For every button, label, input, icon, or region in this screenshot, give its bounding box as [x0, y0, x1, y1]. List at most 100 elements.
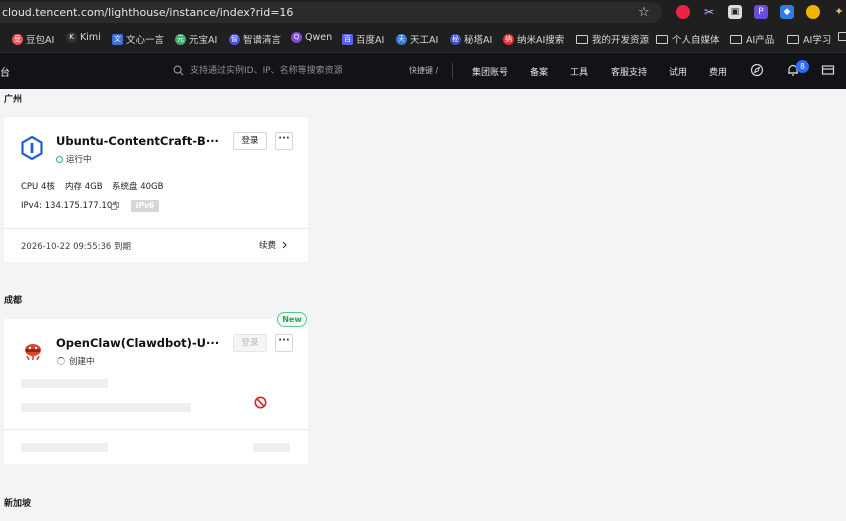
browser-toolbar: cloud.tencent.com/lighthouse/instance/in…	[0, 0, 846, 25]
ipv6-tag: IPv6	[131, 200, 159, 212]
shield-extension-icon[interactable]: ◆	[780, 5, 794, 19]
nav-filing[interactable]: 备案	[530, 65, 548, 78]
bookmark-item[interactable]: 百百度AI	[342, 32, 384, 46]
bookmark-folder[interactable]: AI学习	[787, 32, 831, 46]
doubao-icon: 豆	[12, 33, 23, 45]
bookmark-label: AI产品	[746, 35, 775, 46]
bookmark-item[interactable]: 豆豆包AI	[12, 32, 54, 46]
status-label: 创建中	[69, 357, 95, 367]
ipv4-address: IPv4: 134.175.177.104	[21, 201, 118, 211]
disk-spec: 系统盘 40GB	[112, 182, 164, 192]
skeleton-line	[21, 379, 108, 388]
search-input[interactable]	[190, 61, 400, 81]
lighthouse-logo-icon	[21, 136, 43, 160]
bookmark-label: Kimi	[80, 32, 101, 43]
console-brand[interactable]: 台	[0, 64, 10, 79]
bookmark-label: 豆包AI	[26, 35, 55, 46]
login-button[interactable]: 登录	[233, 334, 267, 352]
wenxin-icon: 文	[112, 33, 123, 45]
bookmark-folder[interactable]: AI产品	[730, 32, 774, 46]
nav-trial[interactable]: 试用	[669, 65, 687, 78]
bookmark-overflow[interactable]	[838, 32, 846, 41]
skeleton-line	[21, 403, 191, 412]
notification-badge: 8	[796, 60, 809, 73]
bookmark-item[interactable]: 纳纳米AI搜索	[503, 32, 564, 46]
p-extension-icon[interactable]: P	[754, 5, 768, 19]
bookmark-item[interactable]: Q Qwen	[291, 32, 332, 43]
expire-time: 2026-10-22 09:55:36 到期	[21, 242, 131, 252]
bookmark-item[interactable]: 天天工AI	[396, 32, 438, 46]
nami-icon: 纳	[503, 33, 514, 45]
renew-link[interactable]: 续费	[259, 239, 276, 251]
bookmark-label: 天工AI	[410, 35, 439, 46]
yuanbao-icon: 元	[175, 33, 186, 45]
folder-icon	[730, 34, 742, 44]
region-title: 新加坡	[4, 499, 32, 509]
instance-status: 创建中	[57, 355, 95, 367]
running-status-icon	[56, 155, 63, 163]
bookmark-label: AI学习	[803, 35, 832, 46]
region-title: 成都	[4, 296, 23, 306]
instance-title[interactable]: Ubuntu-ContentCraft-B···	[56, 134, 219, 148]
bookmark-folder[interactable]: 个人自媒体	[656, 32, 720, 46]
loading-spinner-icon	[57, 357, 65, 365]
qr-extension-icon[interactable]: ▣	[728, 5, 742, 19]
bookmark-item[interactable]: K Kimi	[66, 32, 101, 43]
nav-group-account[interactable]: 集团账号	[472, 65, 508, 78]
url-text: cloud.tencent.com/lighthouse/instance/in…	[2, 6, 294, 19]
instance-card: Ubuntu-ContentCraft-B··· 运行中 登录 ··· CPU …	[4, 117, 308, 262]
address-bar[interactable]: cloud.tencent.com/lighthouse/instance/in…	[0, 2, 662, 23]
chevron-right-icon	[282, 241, 287, 249]
card-divider	[4, 429, 308, 430]
copy-icon[interactable]	[111, 202, 119, 210]
puzzle-extension-icon[interactable]: ✦	[832, 5, 846, 19]
header-divider	[452, 63, 453, 79]
tiangong-icon: 天	[396, 33, 407, 45]
chrome-extension-icon[interactable]	[806, 5, 820, 19]
status-label: 运行中	[66, 155, 92, 165]
bookmark-label: 元宝AI	[189, 35, 218, 46]
instance-title[interactable]: OpenClaw(Clawdbot)-U···	[56, 336, 219, 350]
bookmark-label: 我的开发资源	[592, 35, 650, 46]
compass-icon[interactable]	[750, 63, 764, 77]
extension-icon[interactable]	[676, 5, 690, 19]
search-icon	[173, 65, 184, 76]
bookmark-label: 百度AI	[356, 35, 385, 46]
new-tag: New	[277, 312, 307, 327]
scissors-icon[interactable]: ✂	[702, 5, 716, 19]
bookmark-label: Qwen	[305, 32, 333, 43]
bookmark-item[interactable]: 秘秘塔AI	[450, 32, 492, 46]
not-allowed-icon	[254, 396, 267, 409]
skeleton-line	[253, 443, 290, 452]
bookmark-label: 纳米AI搜索	[517, 35, 565, 46]
bookmark-label: 文心一言	[126, 35, 165, 46]
instance-card: OpenClaw(Clawdbot)-U··· 创建中 登录 ···	[4, 319, 308, 464]
more-button[interactable]: ···	[275, 132, 293, 150]
bookmark-item[interactable]: 文文心一言	[112, 32, 164, 46]
zhipu-icon: 智	[229, 33, 240, 45]
bookmark-label: 智谱清言	[243, 35, 282, 46]
openclaw-logo-icon	[25, 344, 41, 361]
cpu-spec: CPU 4核	[21, 182, 55, 192]
kimi-icon: K	[66, 32, 77, 43]
bookmark-item[interactable]: 元元宝AI	[175, 32, 217, 46]
bookmarks-bar: 豆豆包AI K Kimi 文文心一言 元元宝AI 智智谱清言 Q Qwen 百百度A…	[0, 25, 846, 53]
card-divider	[4, 228, 308, 229]
instance-status: 运行中	[56, 153, 92, 165]
qwen-icon: Q	[291, 32, 302, 43]
nav-billing[interactable]: 费用	[709, 65, 727, 78]
nav-tools[interactable]: 工具	[570, 65, 588, 78]
bookmark-label: 秘塔AI	[464, 35, 493, 46]
folder-icon	[787, 34, 799, 44]
folder-icon	[576, 34, 588, 44]
nav-support[interactable]: 客服支持	[611, 65, 647, 78]
bookmark-star-icon[interactable]: ☆	[638, 5, 650, 20]
shortcut-hint: 快捷键 /	[409, 66, 439, 75]
more-button[interactable]: ···	[275, 334, 293, 352]
mita-icon: 秘	[450, 33, 461, 45]
bookmark-item[interactable]: 智智谱清言	[229, 32, 281, 46]
login-button[interactable]: 登录	[233, 132, 267, 150]
skeleton-line	[21, 443, 108, 452]
billing-card-icon[interactable]	[821, 63, 835, 77]
bookmark-folder[interactable]: 我的开发资源	[576, 32, 649, 46]
